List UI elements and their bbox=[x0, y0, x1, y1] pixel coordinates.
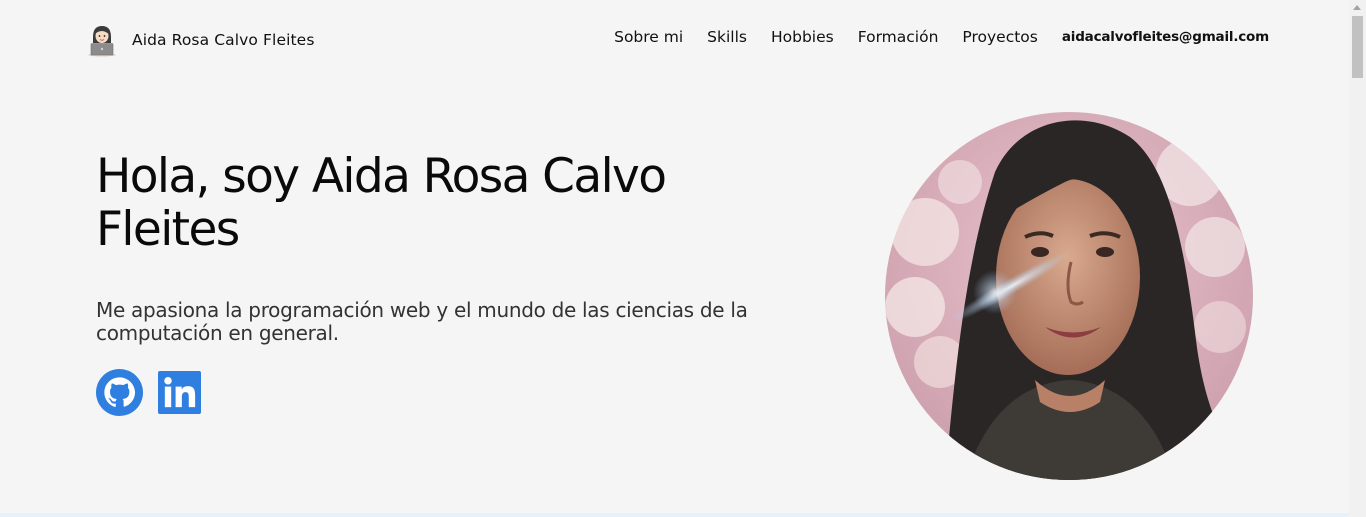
hero-subtitle: Me apasiona la programación web y el mun… bbox=[96, 298, 748, 345]
github-icon bbox=[96, 369, 143, 416]
scroll-up-arrow-icon[interactable] bbox=[1353, 5, 1361, 10]
brand-name: Aida Rosa Calvo Fleites bbox=[132, 31, 315, 49]
nav-link-skills[interactable]: Skills bbox=[707, 28, 747, 46]
woman-technologist-icon bbox=[88, 26, 116, 57]
linkedin-icon bbox=[158, 371, 201, 414]
brand-link[interactable]: Aida Rosa Calvo Fleites bbox=[86, 22, 315, 58]
profile-photo-image bbox=[885, 112, 1253, 480]
nav-link-proyectos[interactable]: Proyectos bbox=[962, 28, 1037, 46]
social-links bbox=[96, 369, 201, 416]
linkedin-link[interactable] bbox=[143, 371, 201, 414]
nav-links: Sobre mi Skills Hobbies Formación Proyec… bbox=[590, 28, 1269, 46]
nav-link-hobbies[interactable]: Hobbies bbox=[771, 28, 834, 46]
nav-email-link[interactable]: aidacalvofleites@gmail.com bbox=[1062, 29, 1269, 45]
section-divider bbox=[0, 513, 1349, 517]
profile-photo bbox=[885, 112, 1253, 480]
nav-link-sobre-mi[interactable]: Sobre mi bbox=[614, 28, 683, 46]
github-link[interactable] bbox=[96, 369, 143, 416]
nav-link-formacion[interactable]: Formación bbox=[858, 28, 939, 46]
scroll-thumb[interactable] bbox=[1352, 16, 1363, 78]
vertical-scrollbar[interactable] bbox=[1349, 0, 1366, 517]
navbar: Aida Rosa Calvo Fleites Sobre mi Skills … bbox=[0, 0, 1349, 80]
hero-title: Hola, soy Aida Rosa Calvo Fleites bbox=[96, 149, 667, 257]
